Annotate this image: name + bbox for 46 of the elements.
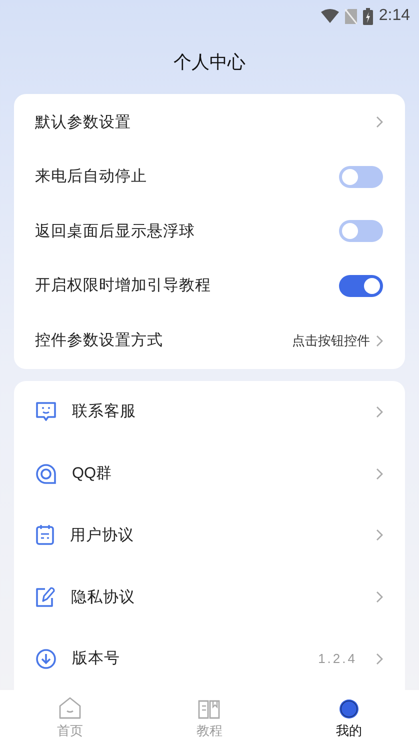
chevron-right-icon (376, 529, 383, 542)
status-time: 2:14 (378, 6, 410, 26)
download-icon (35, 648, 57, 670)
setting-label: 默认参数设置 (35, 112, 131, 133)
setting-label: 来电后自动停止 (35, 167, 147, 188)
calendar-icon (35, 524, 55, 546)
wifi-icon (320, 9, 339, 23)
settings-row[interactable]: 来电后自动停止 (14, 150, 405, 204)
setting-value: 点击按钮控件 (292, 332, 370, 350)
menu-label: 隐私协议 (71, 588, 136, 608)
menu-label: QQ群 (72, 464, 114, 484)
chevron-right-icon (376, 334, 383, 347)
menu-row[interactable]: 用户协议 (14, 504, 405, 566)
home-icon (58, 697, 82, 720)
toggle-switch[interactable] (339, 220, 383, 242)
menu-row[interactable]: 联系客服 (14, 380, 405, 443)
menu-label: 版本号 (72, 649, 121, 670)
settings-row[interactable]: 开启权限时增加引导教程 (14, 258, 405, 314)
menu-label: 联系客服 (72, 402, 137, 422)
chevron-right-icon (376, 468, 383, 480)
edit-icon (35, 586, 56, 608)
menu-row[interactable]: 隐私协议 (14, 566, 405, 628)
setting-label: 返回桌面后显示悬浮球 (35, 222, 195, 242)
menu-label: 用户协议 (70, 526, 135, 546)
avatar-icon (339, 699, 360, 720)
setting-label: 控件参数设置方式 (35, 331, 163, 352)
ring-icon (35, 462, 57, 485)
battery-icon (362, 8, 373, 24)
settings-row[interactable]: 返回桌面后显示悬浮球 (14, 204, 405, 259)
chat-smile-icon (35, 400, 57, 423)
book-icon (197, 699, 222, 720)
toggle-switch[interactable] (339, 166, 383, 188)
chevron-right-icon (376, 591, 383, 604)
chevron-right-icon (376, 116, 383, 128)
page-title: 个人中心 (174, 50, 246, 74)
chevron-right-icon (376, 653, 383, 666)
no-sim-icon (344, 8, 357, 24)
settings-row[interactable]: 默认参数设置 (14, 95, 405, 150)
tab-button[interactable]: 我的 (314, 695, 384, 741)
toggle-switch[interactable] (339, 275, 383, 298)
setting-label: 开启权限时增加引导教程 (35, 276, 211, 296)
chevron-right-icon (376, 406, 383, 418)
menu-row[interactable]: QQ群 (14, 442, 405, 505)
settings-row[interactable]: 控件参数设置方式 点击按钮控件 (14, 313, 405, 368)
menu-row[interactable]: 版本号 1.2.4 (14, 628, 405, 690)
version-number: 1.2.4 (318, 650, 357, 668)
